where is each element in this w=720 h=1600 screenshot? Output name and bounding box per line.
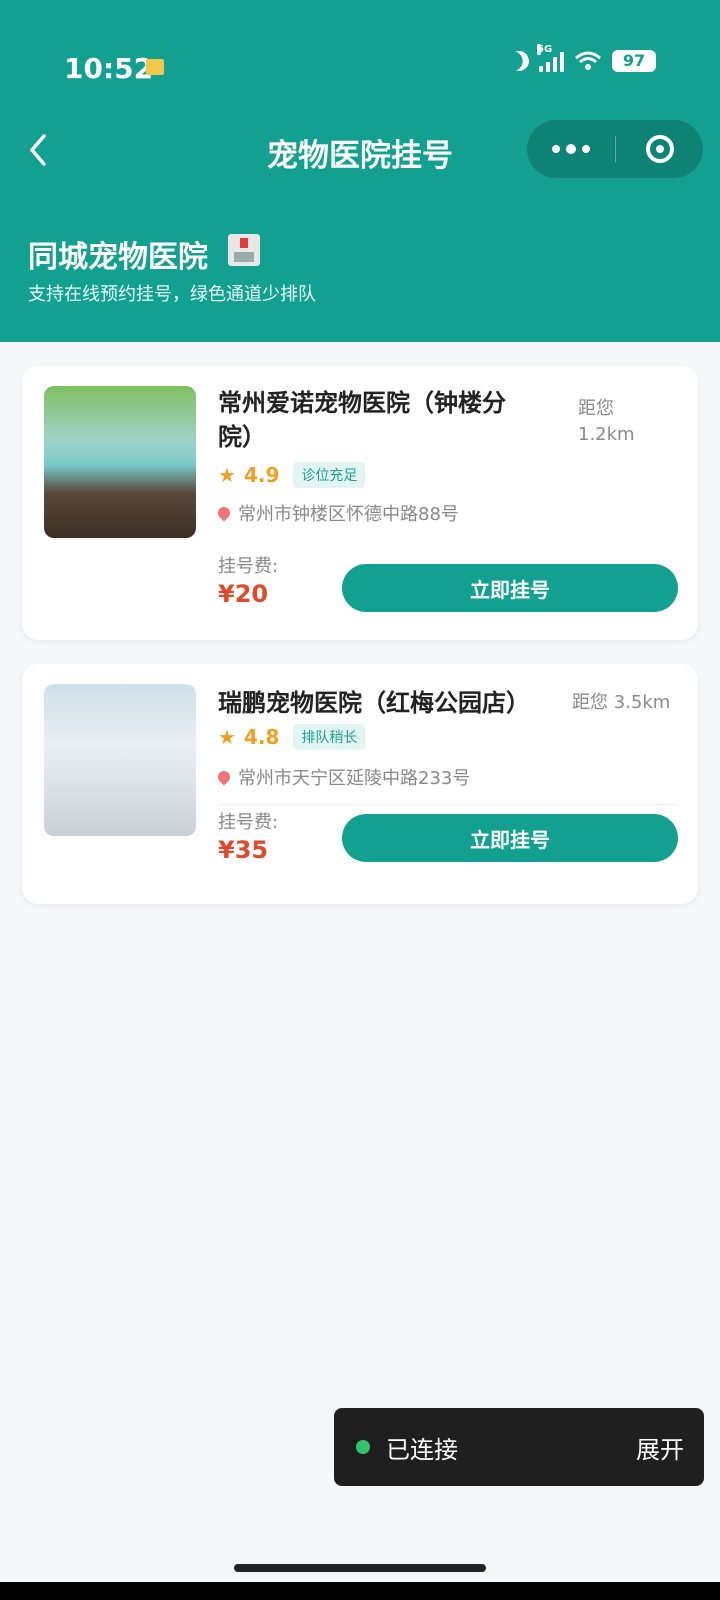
- network-type: 5G: [537, 44, 553, 55]
- hospital-address: 常州市天宁区延陵中路233号: [215, 764, 471, 790]
- hospital-card[interactable]: 瑞鹏宠物医院（红梅公园店） 距您 3.5km ★ 4.8 排队稍长 常州市天宁区…: [22, 664, 698, 904]
- address-text: 常州市天宁区延陵中路233号: [238, 768, 471, 789]
- star-icon: ★: [218, 725, 236, 749]
- hospital-photo: [44, 386, 196, 538]
- screen-bottom-bezel: [0, 1582, 720, 1600]
- more-dots-icon: [552, 145, 560, 153]
- location-pin-icon: [215, 768, 233, 786]
- section-subtitle: 支持在线预约挂号，绿色通道少排队: [28, 284, 316, 305]
- more-button[interactable]: [527, 120, 615, 178]
- connection-toast: 已连接 展开: [334, 1408, 704, 1486]
- location-pin-icon: [215, 504, 233, 522]
- book-now-button[interactable]: 立即挂号: [342, 814, 678, 862]
- hospital-distance: 距您 3.5km: [572, 692, 671, 713]
- signal-icon: 5G: [537, 44, 564, 72]
- book-now-button[interactable]: 立即挂号: [342, 564, 678, 612]
- fee-label: 挂号费:: [218, 556, 279, 577]
- expand-button[interactable]: 展开: [636, 1430, 684, 1465]
- close-mini-program-button[interactable]: [616, 120, 703, 178]
- connection-status: 已连接: [386, 1435, 458, 1464]
- hospital-name: 常州爱诺宠物医院（钟楼分院）: [218, 389, 506, 451]
- availability-tag: 诊位充足: [293, 462, 366, 488]
- card-divider: [218, 804, 678, 805]
- home-indicator[interactable]: [234, 1564, 486, 1572]
- battery-level: 97: [612, 50, 656, 72]
- hospital-distance: 距您 1.2km: [578, 398, 635, 445]
- rating-score: 4.8: [243, 725, 280, 749]
- star-icon: ★: [218, 463, 236, 487]
- hospital-card[interactable]: 常州爱诺宠物医院（钟楼分院） 距您 1.2km ★ 4.9 诊位充足 常州市钟楼…: [22, 366, 698, 640]
- rating-score: 4.9: [243, 463, 280, 487]
- notification-icon: [146, 59, 164, 75]
- status-icons: 5G 97: [506, 44, 656, 74]
- mini-program-capsule: [527, 120, 703, 178]
- moon-icon: [506, 48, 532, 74]
- hospital-icon: [228, 234, 260, 266]
- hospital-address: 常州市钟楼区怀德中路88号: [215, 500, 459, 526]
- wifi-icon: [575, 51, 601, 70]
- fee-value: ¥20: [218, 580, 269, 608]
- status-time: 10:52: [64, 52, 154, 85]
- hospital-rating: ★ 4.9 诊位充足: [218, 462, 366, 488]
- fee-value: ¥35: [218, 836, 269, 864]
- hospital-rating: ★ 4.8 排队稍长: [218, 724, 366, 750]
- hospital-photo: [44, 684, 196, 836]
- connected-status-dot: [356, 1440, 370, 1454]
- availability-tag: 排队稍长: [293, 724, 366, 750]
- hospital-name: 瑞鹏宠物医院（红梅公园店）: [218, 689, 530, 717]
- fee-label: 挂号费:: [218, 812, 279, 833]
- section-title: 同城宠物医院: [28, 240, 208, 275]
- target-icon: [645, 135, 674, 163]
- address-text: 常州市钟楼区怀德中路88号: [238, 504, 459, 525]
